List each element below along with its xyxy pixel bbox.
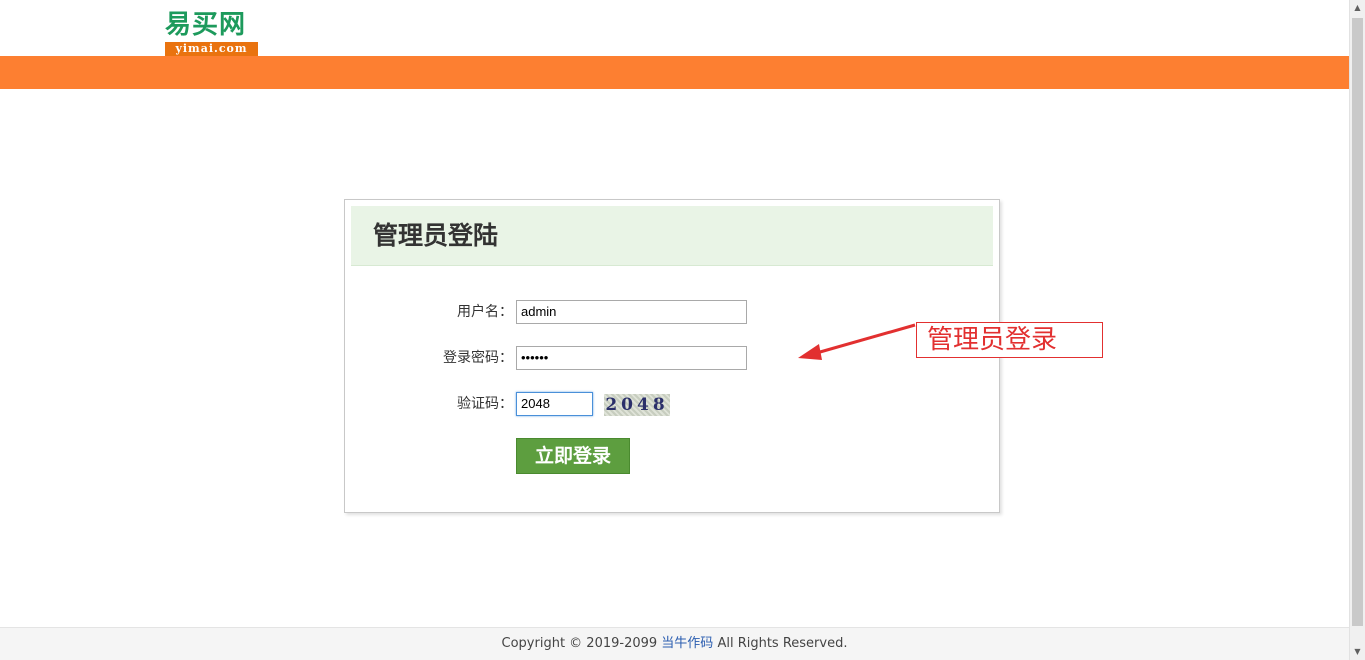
login-submit-button[interactable]: 立即登录: [516, 438, 630, 474]
scroll-up-icon[interactable]: ▲: [1350, 0, 1365, 16]
password-label: 登录密码：: [443, 350, 513, 366]
username-label: 用户名：: [457, 304, 513, 320]
login-panel-header: 管理员登陆: [351, 206, 993, 266]
captcha-input[interactable]: 2048: [516, 392, 593, 416]
page-footer: Copyright © 2019-2099 当牛作码 All Rights Re…: [0, 627, 1349, 660]
annotation-arrow-icon: [798, 323, 916, 360]
scroll-down-icon[interactable]: ▼: [1350, 644, 1365, 660]
scrollbar-thumb[interactable]: [1352, 18, 1363, 626]
annotation-label: 管理员登录: [916, 322, 1103, 358]
footer-author-link[interactable]: 当牛作码: [661, 636, 713, 651]
username-input[interactable]: admin: [516, 300, 747, 324]
captcha-image[interactable]: 2048: [604, 394, 670, 416]
site-logo[interactable]: 易买网 yimai.com: [165, 9, 258, 56]
login-title: 管理员登陆: [373, 221, 499, 250]
logo-domain-text: yimai.com: [165, 42, 258, 56]
footer-copyright-suffix: All Rights Reserved.: [713, 636, 848, 651]
header-band: [0, 56, 1349, 89]
page: 易买网 yimai.com 管理员登陆 用户名： admin 登录密码： •••…: [0, 0, 1349, 660]
footer-copyright-prefix: Copyright © 2019-2099: [501, 636, 662, 651]
logo-chinese-text: 易买网: [165, 10, 247, 40]
captcha-label: 验证码：: [457, 396, 513, 412]
vertical-scrollbar[interactable]: ▲ ▼: [1349, 0, 1365, 660]
password-input[interactable]: ••••••: [516, 346, 747, 370]
